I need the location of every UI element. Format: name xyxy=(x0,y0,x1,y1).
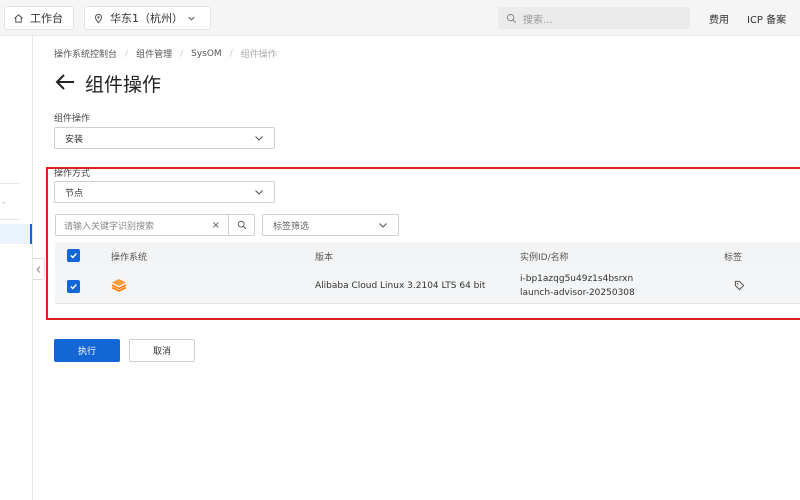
breadcrumb-item-component-management[interactable]: 组件管理 xyxy=(136,47,172,60)
breadcrumb-separator: / xyxy=(229,48,233,59)
tag-filter-label: 标签筛选 xyxy=(273,221,310,232)
breadcrumb: 操作系统控制台 / 组件管理 / SysOM / 组件操作 xyxy=(54,47,277,61)
breadcrumb-item-current: 组件操作 xyxy=(240,50,277,60)
sidebar-partial-marker: - xyxy=(2,198,6,208)
search-placeholder: 搜索... xyxy=(523,14,553,26)
select-all-checkbox[interactable] xyxy=(67,249,80,262)
chevron-down-icon xyxy=(255,190,263,195)
method-label: 操作方式 xyxy=(54,169,91,179)
operation-label: 组件操作 xyxy=(54,114,91,124)
search-icon xyxy=(506,13,517,23)
page-title: 组件操作 xyxy=(85,74,162,96)
sidebar-divider xyxy=(0,219,20,220)
os-version: Alibaba Cloud Linux 3.2104 LTS 64 bit xyxy=(315,281,486,291)
workbench-button[interactable]: 工作台 xyxy=(4,6,74,30)
chevron-down-icon xyxy=(188,16,195,21)
table-row[interactable]: Alibaba Cloud Linux 3.2104 LTS 64 bit i-… xyxy=(55,268,800,304)
breadcrumb-item-sysom[interactable]: SysOM xyxy=(191,49,222,59)
global-search-input[interactable]: 搜索... xyxy=(498,7,690,29)
icp-filing-link[interactable]: ICP 备案 xyxy=(747,11,786,26)
column-header-instance: 实例ID/名称 xyxy=(520,253,569,263)
clear-icon[interactable]: × xyxy=(212,220,220,231)
chevron-down-icon xyxy=(255,136,263,141)
region-selector[interactable]: 华东1（杭州） xyxy=(84,6,211,30)
sidebar-divider xyxy=(0,183,20,184)
chevron-down-icon xyxy=(379,223,387,228)
breadcrumb-item-console[interactable]: 操作系统控制台 xyxy=(54,47,117,60)
back-button[interactable] xyxy=(54,72,76,95)
check-icon xyxy=(70,253,77,259)
region-label: 华东1（杭州） xyxy=(110,12,183,25)
top-navigation-bar: 工作台 华东1（杭州） 搜索... 费用 ICP 备案 xyxy=(0,0,800,36)
check-icon xyxy=(70,284,77,290)
table-header: 操作系统 版本 实例ID/名称 标签 xyxy=(55,242,800,268)
home-icon xyxy=(14,13,23,23)
operation-selected-value: 安装 xyxy=(65,134,84,145)
column-header-tags: 标签 xyxy=(724,253,743,263)
location-icon xyxy=(94,13,103,23)
workbench-label: 工作台 xyxy=(30,12,63,25)
method-select[interactable]: 节点 xyxy=(54,181,275,203)
breadcrumb-separator: / xyxy=(180,48,184,59)
cancel-button[interactable]: 取消 xyxy=(129,339,195,362)
arrow-left-icon xyxy=(55,74,74,90)
column-header-version: 版本 xyxy=(315,253,334,263)
alibaba-cloud-linux-icon xyxy=(111,278,127,295)
row-checkbox[interactable] xyxy=(67,280,80,293)
search-icon xyxy=(237,220,246,230)
sidebar-item-active[interactable] xyxy=(0,224,32,244)
tag-filter-select[interactable]: 标签筛选 xyxy=(262,214,399,236)
breadcrumb-separator: / xyxy=(125,48,129,59)
tag-icon[interactable] xyxy=(734,280,745,294)
method-selected-value: 节点 xyxy=(65,188,84,199)
execute-button[interactable]: 执行 xyxy=(54,339,120,362)
instance-id[interactable]: i-bp1azqg5u49z1s4bsrxn xyxy=(520,272,635,286)
column-header-os: 操作系统 xyxy=(111,253,148,263)
left-sidebar: - xyxy=(0,36,33,500)
instance-name: launch-advisor-20250308 xyxy=(520,288,635,298)
operation-select[interactable]: 安装 xyxy=(54,127,275,149)
keyword-search-placeholder: 请输入关键字识别搜索 xyxy=(64,221,155,232)
instance-cell: i-bp1azqg5u49z1s4bsrxn launch-advisor-20… xyxy=(520,272,635,300)
fee-link[interactable]: 费用 xyxy=(709,11,729,26)
sidebar-collapse-button[interactable] xyxy=(33,258,45,280)
keyword-search-input[interactable]: 请输入关键字识别搜索 × xyxy=(55,214,228,236)
chevron-left-icon xyxy=(36,265,41,273)
keyword-search-button[interactable] xyxy=(228,214,255,236)
